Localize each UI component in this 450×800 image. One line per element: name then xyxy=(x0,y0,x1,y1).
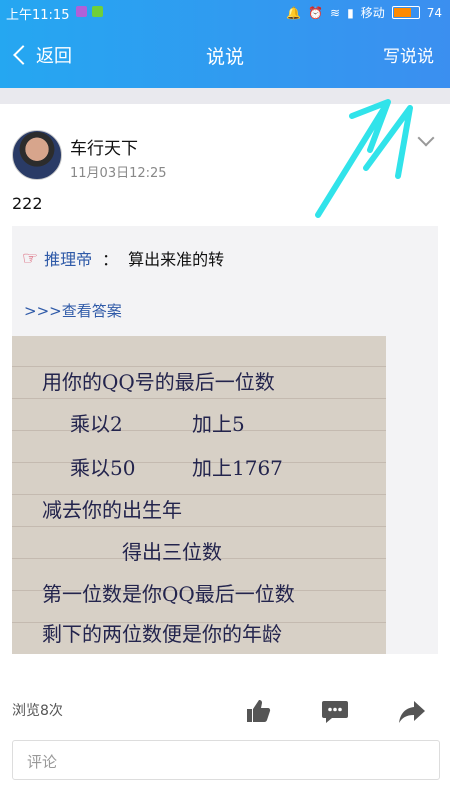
image-line: 加上5 xyxy=(192,412,245,436)
view-count: 浏览8次 xyxy=(12,703,63,719)
image-line: 加上1767 xyxy=(192,456,283,480)
like-icon[interactable] xyxy=(242,696,272,726)
status-bar: 上午11:15 🔔 ⏰ ≋ ▮ 移动 74 xyxy=(0,0,450,24)
signal-icon: ▮ xyxy=(347,5,354,20)
battery-icon xyxy=(391,6,420,19)
image-line: 用你的QQ号的最后一位数 xyxy=(42,370,275,394)
shared-topic: 算出来准的转 xyxy=(128,250,225,269)
comment-icon[interactable] xyxy=(320,696,350,726)
image-line: 得出三位数 xyxy=(122,540,222,564)
top-header: 上午11:15 🔔 ⏰ ≋ ▮ 移动 74 返回 说说 写说说 xyxy=(0,0,450,88)
author-name[interactable]: 车行天下 xyxy=(70,134,138,159)
bell-icon: 🔔 xyxy=(286,5,302,20)
shared-image[interactable]: 用你的QQ号的最后一位数 乘以2 加上5 乘以50 加上1767 减去你的出生年… xyxy=(12,336,386,654)
comment-input[interactable]: 评论 xyxy=(12,740,440,780)
image-line: 乘以50 xyxy=(70,456,136,480)
post-date: 11月03日12:25 xyxy=(70,166,167,181)
share-icon[interactable] xyxy=(397,696,427,726)
shared-post[interactable]: ☞ 推理帝 ： 算出来准的转 >>>查看答案 用你的QQ号的最后一位数 乘以2 … xyxy=(12,226,438,654)
write-post-button[interactable]: 写说说 xyxy=(383,42,434,67)
wifi-icon: ≋ xyxy=(330,5,341,20)
battery-level: 74 xyxy=(426,5,442,20)
post-text: 222 xyxy=(12,194,43,213)
alarm-icon: ⏰ xyxy=(308,5,324,20)
status-time: 上午11:15 xyxy=(6,8,70,23)
shared-colon: ： xyxy=(102,250,119,269)
image-line: 乘以2 xyxy=(70,412,123,436)
navbar: 返回 说说 写说说 xyxy=(0,24,450,88)
comment-placeholder: 评论 xyxy=(27,753,58,771)
shared-header: ☞ 推理帝 ： 算出来准的转 xyxy=(22,246,224,270)
annotation-arrow xyxy=(315,99,413,218)
shared-author[interactable]: 推理帝 xyxy=(44,246,92,270)
image-line: 减去你的出生年 xyxy=(42,498,182,522)
view-answer-link[interactable]: >>>查看答案 xyxy=(24,300,122,321)
notification-icon-purple xyxy=(76,6,87,17)
notification-icon-green xyxy=(92,6,103,17)
image-line: 剩下的两位数便是你的年龄 xyxy=(42,622,282,646)
more-chevron-icon[interactable] xyxy=(417,129,435,147)
carrier-label: 移动 xyxy=(360,6,385,20)
image-line: 第一位数是你QQ最后一位数 xyxy=(42,582,295,606)
pointing-hand-icon: ☞ xyxy=(22,247,39,269)
status-right: 🔔 ⏰ ≋ ▮ 移动 74 xyxy=(286,4,442,21)
avatar[interactable] xyxy=(12,130,62,180)
